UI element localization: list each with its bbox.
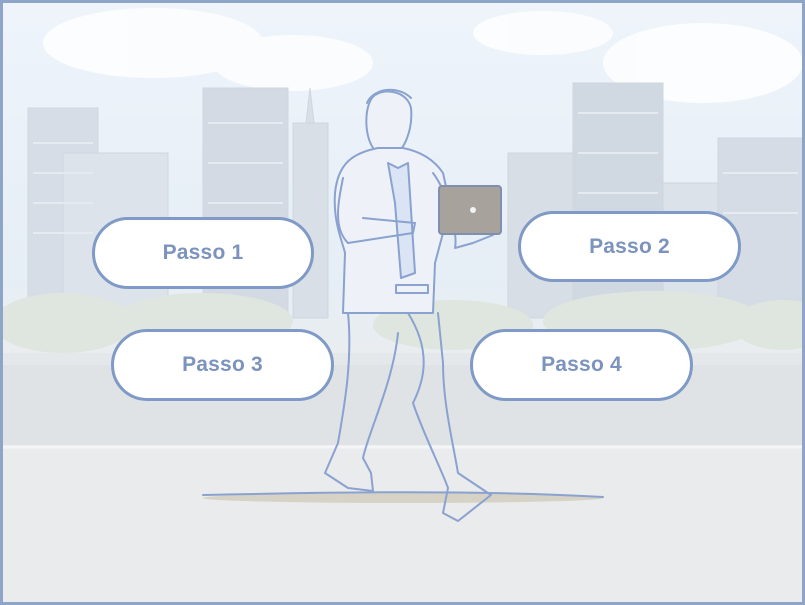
step-2-label: Passo 2: [589, 234, 670, 258]
step-3-button[interactable]: Passo 3: [111, 329, 334, 401]
road: [3, 445, 802, 602]
clouds: [43, 8, 802, 103]
step-3-label: Passo 3: [182, 353, 263, 376]
step-2-button[interactable]: Passo 2: [518, 211, 741, 282]
step-1-label: Passo 1: [162, 241, 244, 264]
background-scene: [3, 8, 802, 602]
step-4-button[interactable]: Passo 4: [470, 329, 693, 401]
step-1-button[interactable]: Passo 1: [92, 217, 314, 289]
step-4-label: Passo 4: [541, 353, 622, 376]
slide-frame: Passo 1 Passo 2 Passo 3 Passo 4: [0, 0, 805, 605]
